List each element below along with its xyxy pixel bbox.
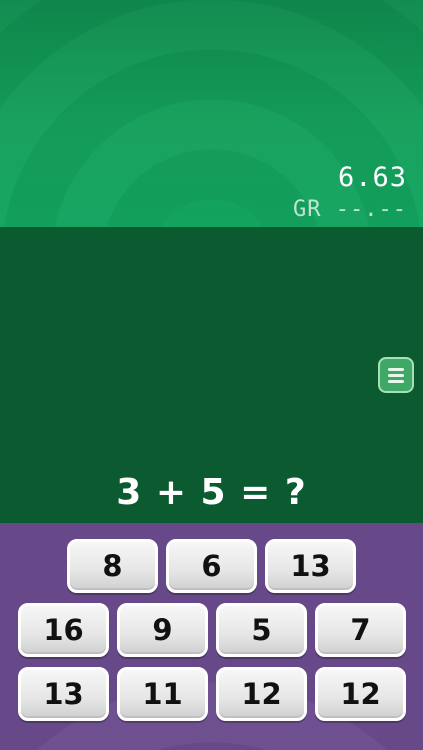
- best-time: GR --.--: [293, 197, 407, 222]
- elapsed-timer: 6.63: [337, 162, 407, 193]
- answer-tile[interactable]: 8: [67, 539, 158, 593]
- answer-tile[interactable]: 13: [18, 667, 109, 721]
- menu-button[interactable]: [378, 357, 414, 393]
- answer-tile[interactable]: 5: [216, 603, 307, 657]
- answer-tile[interactable]: 16: [18, 603, 109, 657]
- answer-tile[interactable]: 11: [117, 667, 208, 721]
- answer-tile[interactable]: 7: [315, 603, 406, 657]
- answer-tile[interactable]: 9: [117, 603, 208, 657]
- answer-tile[interactable]: 6: [166, 539, 257, 593]
- answer-tile[interactable]: 12: [315, 667, 406, 721]
- answer-tile[interactable]: 13: [265, 539, 356, 593]
- answers-panel: 8 6 13 16 9 5 7 13 11 12 12: [0, 523, 423, 750]
- math-question: 3 + 5 = ?: [116, 472, 307, 513]
- answer-tile[interactable]: 12: [216, 667, 307, 721]
- score-header: 6.63 GR --.--: [0, 0, 423, 227]
